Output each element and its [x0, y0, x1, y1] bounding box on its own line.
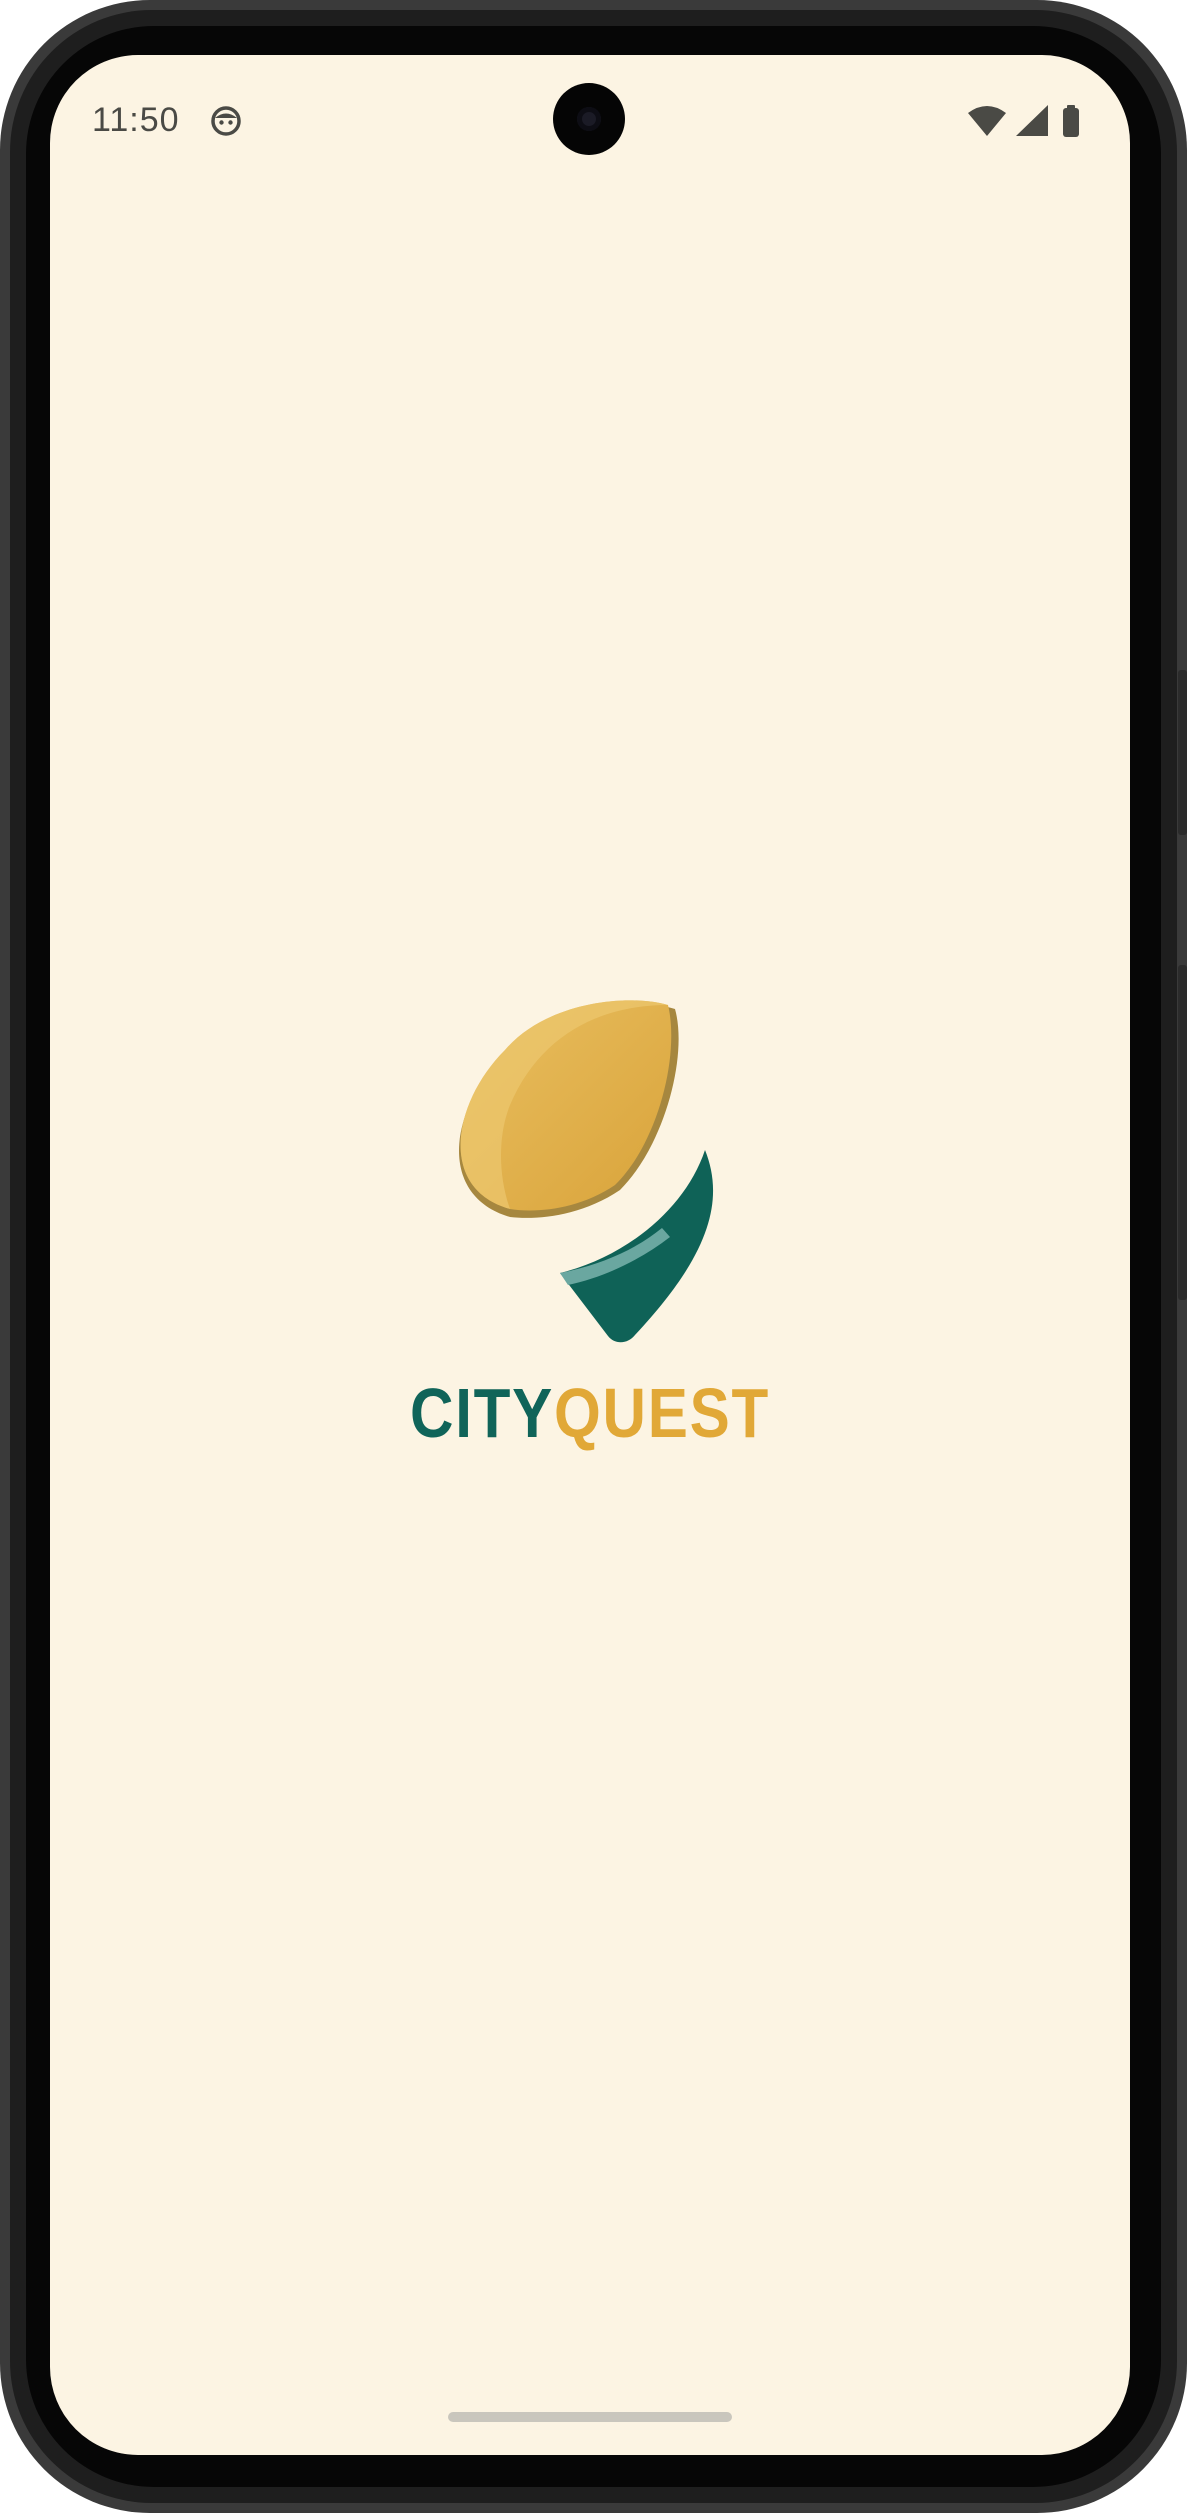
wifi-icon	[968, 106, 1006, 136]
battery-icon	[1063, 105, 1079, 137]
status-icons	[968, 105, 1079, 137]
app-name-quest: QUEST	[554, 1374, 770, 1452]
app-name-city: CITY	[410, 1374, 555, 1452]
front-camera	[553, 83, 625, 155]
power-button	[1178, 965, 1187, 1300]
splash-screen: 11:50 CITYQUEST	[50, 55, 1130, 2455]
status-time: 11:50	[92, 101, 180, 139]
phone-frame: 11:50 CITYQUEST	[0, 0, 1187, 2513]
location-pin-logo-icon	[459, 1000, 714, 1343]
app-name: CITYQUEST	[126, 1373, 1055, 1453]
volume-button	[1178, 670, 1187, 835]
signal-icon	[1016, 105, 1048, 136]
face-icon	[211, 106, 241, 136]
home-gesture-handle[interactable]	[448, 2412, 732, 2422]
